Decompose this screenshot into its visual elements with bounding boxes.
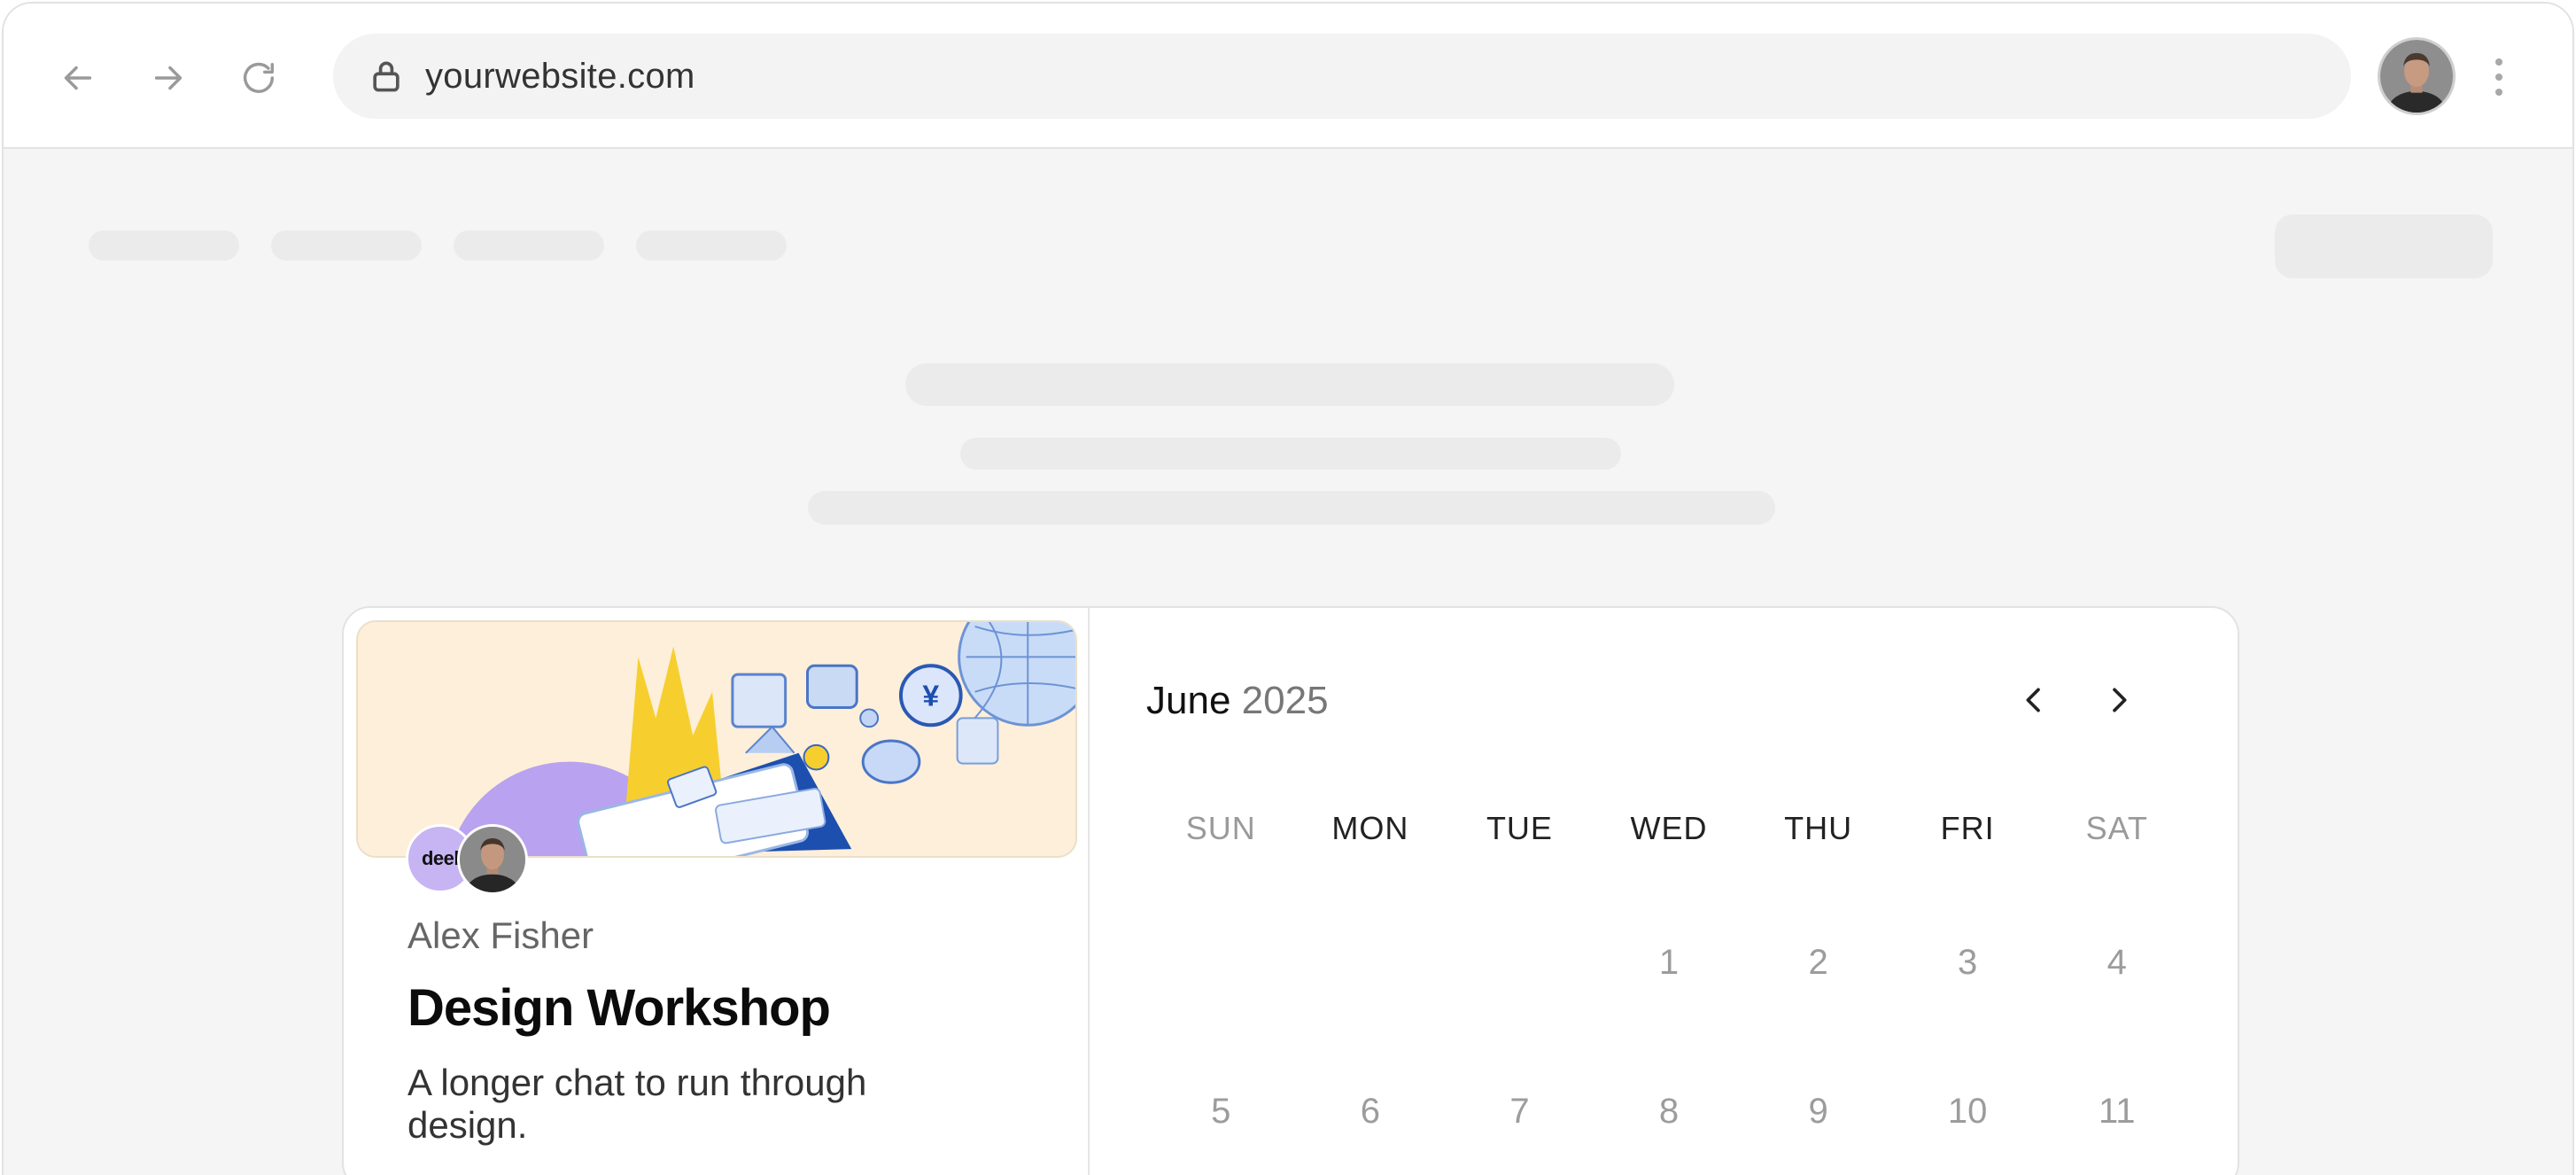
- calendar-year: 2025: [1241, 679, 1329, 722]
- forward-button[interactable]: [142, 51, 195, 105]
- chevron-right-icon: [2113, 688, 2127, 712]
- back-button[interactable]: [51, 51, 105, 105]
- profile-avatar[interactable]: [2378, 37, 2456, 115]
- booking-card: ¥ deel Alex Fisher Design Workshop A lon…: [342, 606, 2239, 1175]
- calendar-day-empty: [1296, 936, 1446, 1085]
- back-arrow-icon: [64, 66, 92, 90]
- event-title: Design Workshop: [407, 979, 831, 1037]
- subheading-placeholder: [960, 438, 1621, 470]
- browser-window: yourwebsite.com ¥ deel Alex Fisher Desig…: [2, 2, 2574, 1175]
- calendar-month: June: [1146, 679, 1231, 722]
- calendar-day: 6: [1360, 1092, 1380, 1131]
- reload-button[interactable]: [232, 51, 285, 105]
- heading-placeholder: [905, 363, 1674, 406]
- kebab-menu-icon[interactable]: [2486, 53, 2512, 101]
- calendar-day: 9: [1808, 1092, 1828, 1131]
- calendar-week-row: 1 2 3 4: [1146, 936, 2192, 1085]
- weekday-wed: WED: [1630, 810, 1708, 846]
- person-avatar-icon: [460, 827, 525, 892]
- calendar-pane: June 2025 SUN MON TUE WED THU FRI SAT 1 …: [1091, 608, 2238, 1175]
- nav-placeholder-1: [89, 230, 239, 261]
- weekday-sun: SUN: [1185, 810, 1256, 846]
- calendar-day: 8: [1658, 1092, 1680, 1131]
- event-details-pane: ¥ deel Alex Fisher Design Workshop A lon…: [344, 608, 1090, 1175]
- weekday-tue: TUE: [1486, 810, 1553, 846]
- calendar-day: 5: [1211, 1092, 1231, 1131]
- button-placeholder: [2275, 214, 2493, 278]
- next-month-button[interactable]: [2092, 673, 2145, 727]
- url-text: yourwebsite.com: [425, 56, 695, 96]
- calendar-day: 3: [1958, 943, 1978, 982]
- person-avatar-icon: [2380, 40, 2453, 113]
- calendar-day: 4: [2107, 943, 2127, 982]
- event-description: A longer chat to run through design.: [407, 1062, 867, 1146]
- host-name: Alex Fisher: [407, 914, 594, 956]
- weekday-sat: SAT: [2085, 810, 2148, 846]
- calendar-day: 7: [1509, 1092, 1530, 1131]
- address-bar[interactable]: yourwebsite.com: [333, 34, 2351, 119]
- weekday-thu: THU: [1784, 810, 1853, 846]
- calendar-month-label: June 2025: [1146, 679, 1329, 723]
- previous-month-button[interactable]: [2007, 673, 2060, 727]
- lock-icon: [373, 61, 400, 92]
- chevron-left-icon: [2026, 688, 2040, 712]
- weekday-header: SUN MON TUE WED THU FRI SAT: [1146, 810, 2192, 847]
- nav-placeholder-3: [454, 230, 604, 261]
- calendar-day-empty: [1146, 936, 1296, 1085]
- reload-icon: [243, 62, 275, 93]
- calendar-day: 10: [1947, 1092, 1988, 1131]
- calendar-day: 11: [2098, 1092, 2136, 1131]
- svg-text:¥: ¥: [922, 681, 939, 713]
- browser-toolbar: yourwebsite.com: [4, 4, 2572, 149]
- forward-arrow-icon: [154, 66, 182, 90]
- nav-placeholder-4: [636, 230, 787, 261]
- host-avatar: [457, 824, 528, 895]
- event-banner-illustration: ¥: [356, 620, 1077, 858]
- company-logo-text: deel: [421, 847, 460, 869]
- weekday-fri: FRI: [1940, 810, 1995, 846]
- weekday-mon: MON: [1331, 810, 1409, 846]
- calendar-days-grid: 1 2 3 4 5 6 7 8 9 10 11: [1146, 936, 2192, 1175]
- text-placeholder: [808, 491, 1775, 525]
- finance-illustration-icon: ¥: [358, 622, 1075, 856]
- nav-placeholder-2: [271, 230, 422, 261]
- calendar-day-empty: [1445, 936, 1594, 1085]
- calendar-day: 1: [1658, 943, 1680, 982]
- calendar-day: 2: [1808, 943, 1828, 982]
- calendar-week-row: 5 6 7 8 9 10 11: [1146, 1085, 2192, 1175]
